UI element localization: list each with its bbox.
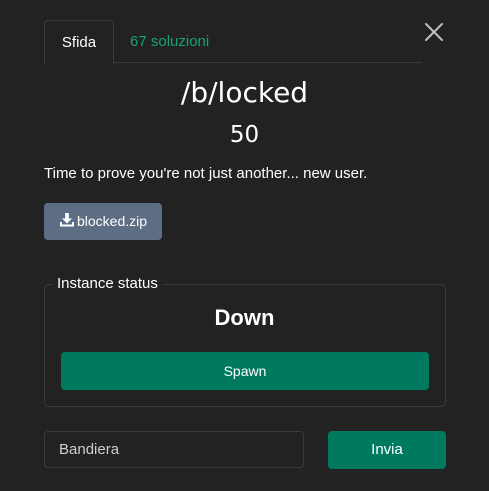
close-button[interactable] [423,21,445,43]
download-icon [59,205,75,227]
download-file-label: blocked.zip [77,213,148,229]
close-icon [425,23,443,41]
download-file-button[interactable]: blocked.zip [44,203,162,240]
challenge-description: Time to prove you're not just another...… [44,165,368,182]
challenge-tabs: Sfida 67 soluzioni [44,20,422,64]
instance-state: Down [214,305,275,330]
challenge-title: /b/locked [180,76,309,109]
challenge-points: 50 [229,122,260,148]
flag-input[interactable] [44,431,304,468]
tab-solves[interactable]: 67 soluzioni [130,20,209,63]
challenge-modal: Sfida 67 soluzioni /b/locked 50 Time to … [0,0,489,491]
spawn-button[interactable]: Spawn [61,352,429,390]
instance-status-legend: Instance status [52,275,163,292]
tab-challenge[interactable]: Sfida [44,20,114,64]
submit-button[interactable]: Invia [328,431,446,469]
